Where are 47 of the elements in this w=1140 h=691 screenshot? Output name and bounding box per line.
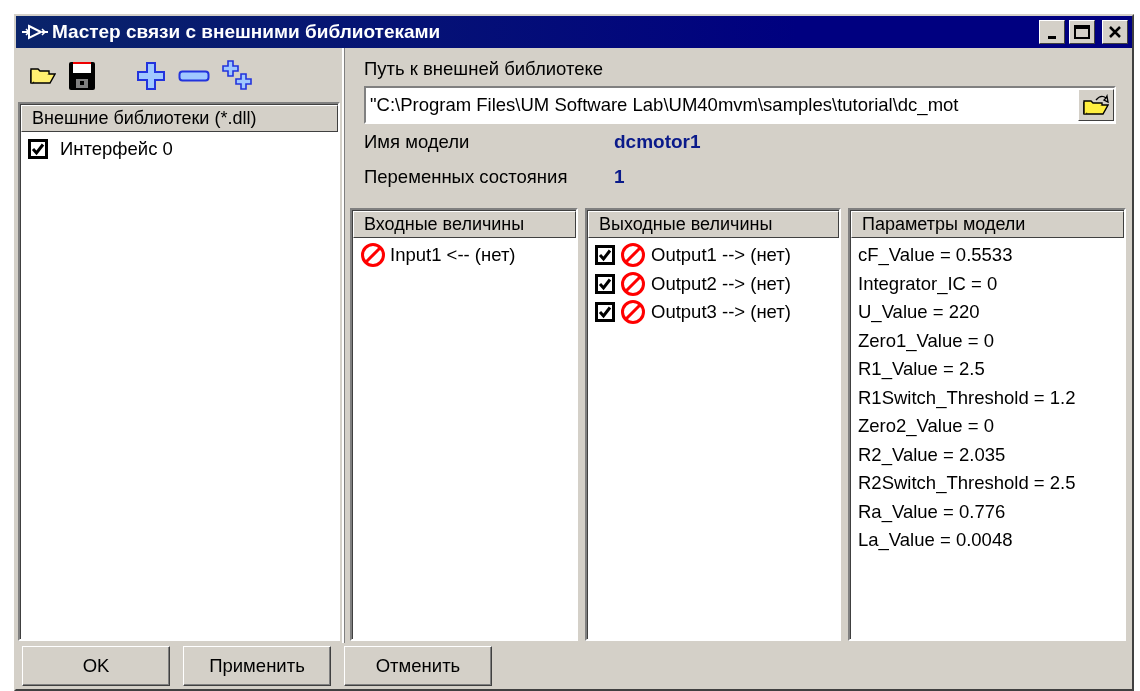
dialog-button[interactable]: Отменить — [344, 646, 492, 686]
minimize-icon — [1048, 35, 1056, 39]
parameter-item[interactable]: R1_Value = 2.5 — [858, 358, 985, 381]
output-item[interactable]: Output3 --> (нет) — [651, 301, 791, 324]
output-item[interactable]: Output1 --> (нет) — [651, 244, 791, 267]
checkbox[interactable] — [595, 245, 615, 266]
column-header: Входные величины — [353, 211, 576, 238]
save-icon[interactable] — [68, 61, 96, 91]
parameter-item[interactable]: La_Value = 0.0048 — [858, 529, 1013, 552]
checkbox[interactable] — [28, 139, 48, 160]
maximize-icon — [1074, 25, 1090, 39]
parameter-item[interactable]: Ra_Value = 0.776 — [858, 500, 1006, 523]
path-field[interactable]: "C:\Program Files\UM Software Lab\UM40mvm\samples\tutorial\dc_mot — [364, 86, 1116, 124]
parameter-item[interactable]: U_Value = 220 — [858, 301, 980, 324]
dialog-button[interactable]: OK — [22, 646, 170, 686]
maximize-button[interactable] — [1069, 20, 1095, 44]
input-item[interactable]: Input1 <-- (нет) — [390, 244, 516, 267]
app-icon — [22, 24, 48, 40]
minimize-button[interactable] — [1039, 20, 1065, 44]
column-header: Внешние библиотеки (*.dll) — [21, 105, 338, 132]
parameter-item[interactable]: R2_Value = 2.035 — [858, 443, 1006, 466]
state-variables-label: Переменных состояния — [364, 165, 569, 188]
plus-icon[interactable] — [136, 61, 166, 91]
column-header: Выходные величины — [588, 211, 839, 238]
model-name-label: Имя модели — [364, 130, 471, 153]
window-title: Мастер связи с внешними библиотеками — [52, 21, 442, 43]
minus-icon[interactable] — [178, 70, 210, 82]
path-label: Путь к внешней библиотеке — [364, 58, 605, 80]
parameter-item[interactable]: Zero1_Value = 0 — [858, 329, 994, 352]
model-name-value: dcmotor1 — [614, 130, 701, 153]
parameter-item[interactable]: Zero2_Value = 0 — [858, 415, 994, 438]
checkbox[interactable] — [595, 302, 615, 323]
double-plus-icon[interactable] — [222, 60, 254, 92]
library-item[interactable]: Интерфейс 0 — [60, 138, 173, 161]
parameter-item[interactable]: cF_Value = 0.5533 — [858, 244, 1013, 267]
column-header: Параметры модели — [851, 211, 1124, 238]
parameter-item[interactable]: R1Switch_Threshold = 1.2 — [858, 386, 1076, 409]
close-icon — [1108, 25, 1122, 39]
checkbox[interactable] — [595, 273, 615, 294]
parameter-item[interactable]: Integrator_IC = 0 — [858, 272, 998, 295]
close-button[interactable] — [1102, 20, 1128, 44]
state-variables-value: 1 — [614, 165, 625, 188]
output-item[interactable]: Output2 --> (нет) — [651, 272, 791, 295]
browse-button[interactable] — [1078, 89, 1114, 121]
parameter-item[interactable]: R2Switch_Threshold = 2.5 — [858, 472, 1076, 495]
dialog-button[interactable]: Применить — [183, 646, 331, 686]
open-folder-icon[interactable] — [30, 66, 56, 86]
